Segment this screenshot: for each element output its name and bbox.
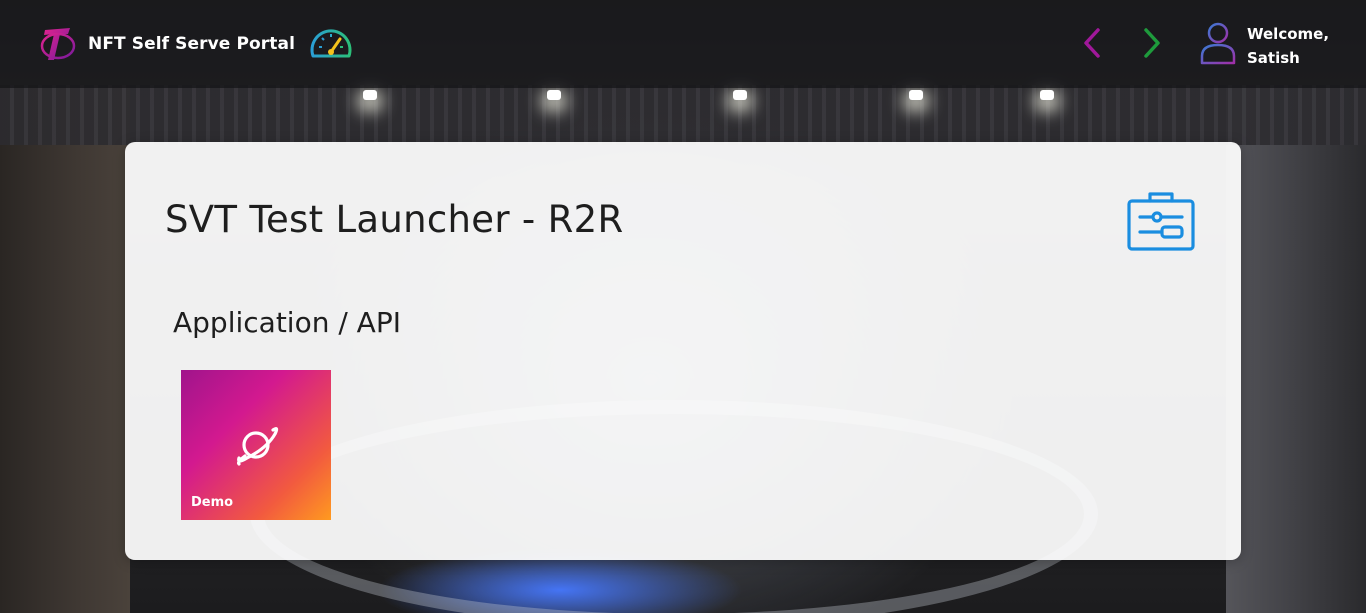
background-left-wall [0,85,130,613]
tile-demo[interactable]: Demo [181,370,331,520]
chevron-right-icon[interactable] [1138,26,1164,60]
top-bar: NFT Self Serve Portal Welcome, Satish [0,0,1366,88]
chevron-left-icon[interactable] [1080,26,1106,60]
background-ceiling-light [547,90,561,100]
background-right-wall [1226,85,1366,613]
telstra-logo-icon [40,28,76,60]
user-icon[interactable] [1198,20,1238,66]
page-title: SVT Test Launcher - R2R [165,198,624,241]
brand[interactable]: NFT Self Serve Portal [40,22,295,66]
background-ceiling-light [363,90,377,100]
user-name: Satish [1247,49,1300,67]
app-name: NFT Self Serve Portal [88,34,296,54]
launcher-card: SVT Test Launcher - R2R Application / AP… [125,142,1241,560]
welcome-greeting: Welcome, [1247,25,1330,43]
toolbox-icon [1127,192,1195,251]
planet-icon [237,427,279,466]
speedometer-icon[interactable] [308,26,354,60]
section-title: Application / API [173,306,401,339]
background-ceiling [0,85,1366,145]
tile-label: Demo [191,495,234,510]
background-ceiling-light [1040,90,1054,100]
background-ceiling-light [909,90,923,100]
background-ceiling-light [733,90,747,100]
welcome-message: Welcome, Satish [1247,22,1329,70]
